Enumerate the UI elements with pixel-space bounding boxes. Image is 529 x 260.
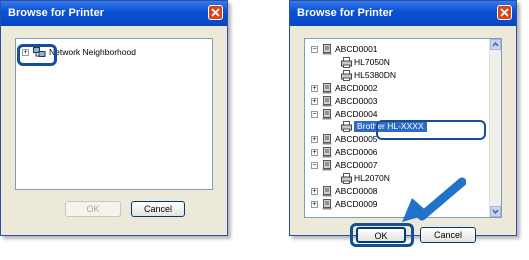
computer-icon	[322, 134, 332, 145]
close-icon	[211, 8, 220, 17]
title-bar: Browse for Printer	[1, 1, 227, 26]
printer-icon	[341, 56, 352, 68]
printer-icon	[341, 69, 352, 81]
scroll-down-button[interactable]	[490, 206, 501, 217]
expand-icon[interactable]: +	[311, 187, 318, 195]
dialog-title: Browse for Printer	[297, 7, 393, 19]
computer-icon	[322, 108, 332, 119]
browse-for-printer-dialog-left: Browse for Printer + Network Neighborhoo…	[0, 0, 228, 236]
tree-item-label: Network Neighborhood	[49, 47, 136, 57]
computer-icon	[322, 198, 332, 210]
tree-item-label: ABCD0004	[335, 108, 378, 119]
computer-icon	[322, 147, 332, 158]
expand-icon[interactable]: +	[311, 149, 318, 157]
expand-icon[interactable]: +	[311, 97, 318, 105]
highlight-callout	[17, 44, 57, 66]
tree-item-label: HL7050N	[354, 56, 390, 67]
collapse-icon[interactable]: −	[311, 46, 318, 53]
tree-item-label: ABCD0009	[335, 198, 378, 209]
computer-icon	[322, 95, 332, 107]
tree-item-label: HL2070N	[354, 173, 390, 183]
close-icon	[500, 8, 509, 17]
computer-icon	[322, 44, 332, 55]
tree-item-label: ABCD0001	[335, 44, 378, 54]
chevron-up-icon	[492, 41, 499, 47]
collapse-icon[interactable]: −	[311, 110, 318, 118]
computer-icon	[322, 82, 332, 94]
computer-icon	[322, 185, 332, 197]
expand-icon[interactable]: +	[311, 200, 318, 208]
computer-icon	[322, 160, 332, 171]
chevron-down-icon	[492, 209, 499, 215]
highlight-callout	[350, 223, 414, 247]
expand-icon[interactable]: +	[311, 136, 318, 144]
cancel-button[interactable]: Cancel	[420, 227, 476, 243]
tree-item-label: ABCD0003	[335, 95, 378, 106]
tree-item-label: HL5380DN	[354, 69, 397, 80]
printer-icon	[341, 121, 352, 133]
close-button[interactable]	[208, 5, 223, 20]
arrow-icon	[402, 177, 466, 222]
tree-item-label: ABCD0002	[335, 82, 378, 93]
dialog-title: Browse for Printer	[8, 7, 104, 19]
title-bar: Browse for Printer	[290, 1, 516, 26]
highlight-callout	[376, 120, 486, 140]
tree-item-label: ABCD0007	[335, 160, 378, 171]
scroll-up-button[interactable]	[490, 39, 501, 50]
close-button[interactable]	[497, 5, 512, 20]
tree-item-label: ABCD0006	[335, 147, 378, 158]
printer-icon	[341, 173, 352, 184]
cancel-button[interactable]: Cancel	[131, 201, 185, 217]
ok-button[interactable]: OK	[65, 201, 121, 217]
tree-item-label: ABCD0008	[335, 185, 378, 196]
vertical-scrollbar[interactable]	[489, 39, 501, 217]
tree-item-label: ABCD0005	[335, 134, 378, 145]
collapse-icon[interactable]: −	[311, 162, 318, 170]
expand-icon[interactable]: +	[311, 84, 318, 92]
